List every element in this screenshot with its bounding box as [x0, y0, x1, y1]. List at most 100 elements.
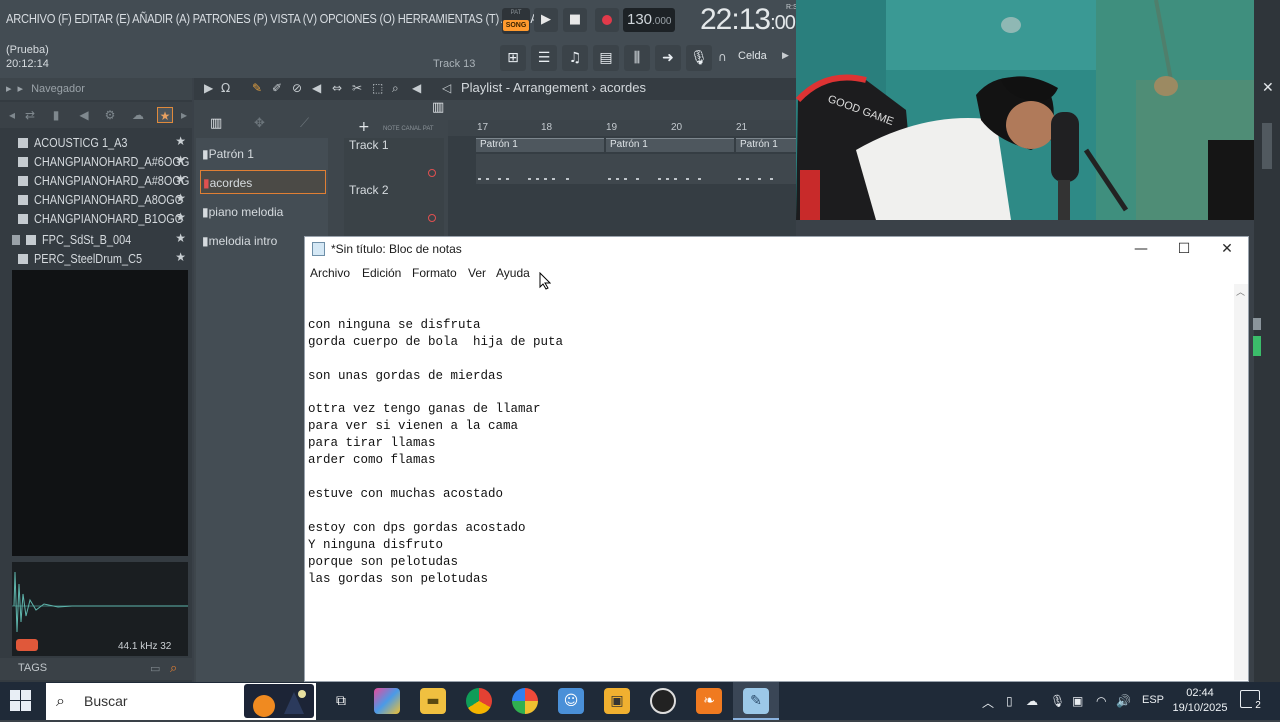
plugin-icon[interactable]: ⚙ — [102, 107, 118, 123]
notepad-text-area[interactable]: con ninguna se disfruta gorda cuerpo de b… — [308, 300, 563, 604]
playlist-view-icon[interactable]: ⊞ — [500, 45, 526, 71]
zoom-tool-icon[interactable]: ⌕ — [392, 81, 399, 96]
tags-bar[interactable]: TAGS — [0, 658, 192, 680]
browser-item[interactable]: CHANGPIANOHARD_A#8OGG ★ — [18, 172, 190, 191]
slip-tool-icon[interactable]: ⇔ — [332, 81, 342, 95]
playlist-clip[interactable]: Patrón 1 — [606, 138, 734, 152]
mute-tool-icon[interactable]: ◀ — [312, 81, 321, 95]
wifi-icon[interactable]: ◠ — [1096, 694, 1106, 708]
tray-device-icon[interactable]: ▯ — [1006, 694, 1013, 708]
piano-icon[interactable]: ▥ — [210, 116, 222, 131]
language-indicator[interactable]: ESP — [1142, 694, 1164, 706]
pat-song-toggle[interactable]: PAT SONG — [502, 8, 530, 34]
star-icon[interactable]: ★ — [175, 153, 186, 167]
microphone-icon[interactable]: 🎙 — [686, 45, 712, 71]
tray-camera-icon[interactable]: ▣ — [1072, 694, 1083, 708]
playlist-clip[interactable]: Patrón 1 — [736, 138, 796, 152]
fl-studio-icon[interactable]: ❧ — [696, 688, 722, 714]
arrow-left-icon[interactable]: ◁ — [442, 81, 451, 95]
piano-roll-icon[interactable]: ♫ — [562, 45, 588, 71]
menu-edicion[interactable]: Edición — [362, 266, 401, 280]
tag-folder-icon[interactable]: ▭ — [150, 662, 160, 675]
record-button[interactable] — [595, 8, 619, 32]
piano-roll-toggle-icon[interactable]: ▥ — [432, 100, 444, 115]
copilot-icon[interactable] — [374, 688, 400, 714]
playback-tool-icon[interactable]: ◀ — [412, 81, 421, 95]
track-header[interactable]: Track 1 — [349, 138, 389, 152]
draw-tool-icon[interactable]: ✎ — [252, 81, 262, 95]
expand-icon[interactable] — [12, 234, 20, 245]
menu-ayuda[interactable]: Ayuda — [496, 266, 530, 280]
pattern-item-selected[interactable]: ▮acordes — [200, 170, 326, 194]
tray-chevron-icon[interactable]: ︿ — [982, 694, 994, 711]
swap-icon[interactable]: ⇄ — [22, 107, 38, 123]
minimize-icon[interactable]: — — [1127, 240, 1155, 258]
favorites-icon[interactable]: ★ — [157, 107, 173, 123]
track-header[interactable]: Track 2 — [349, 183, 389, 197]
cloud-icon[interactable]: ☁ — [130, 107, 146, 123]
browser-arrow-icon-2[interactable]: ▸ — [18, 83, 24, 95]
notepad-scrollbar[interactable] — [1234, 284, 1248, 680]
search-tags-icon[interactable]: ⌕ — [170, 661, 177, 676]
snap-selector[interactable]: Celda — [738, 50, 767, 62]
scroll-up-icon[interactable]: ︿ — [1236, 285, 1245, 298]
browser-arrow-icon[interactable]: ▸ — [6, 83, 12, 95]
task-view-icon[interactable]: ⧉ — [328, 688, 354, 714]
browser-item[interactable]: PERC_SteelDrum_C5 ★ — [18, 250, 190, 269]
app-icon[interactable] — [512, 688, 538, 714]
add-track-icon[interactable]: + — [358, 119, 370, 135]
magnet-snap-icon[interactable]: Ω — [221, 81, 230, 95]
star-icon[interactable]: ★ — [175, 231, 186, 245]
star-icon[interactable]: ★ — [175, 134, 186, 148]
fl-main-menu[interactable]: ARCHIVO (F) EDITAR (E) AÑADIR (A) PATRON… — [6, 11, 538, 26]
play-button[interactable]: ▶ — [534, 8, 558, 32]
stop-button[interactable]: ■ — [563, 8, 587, 32]
volume-icon[interactable]: 🔊 — [1116, 694, 1131, 708]
menu-formato[interactable]: Formato — [412, 266, 457, 280]
video-editor-icon[interactable]: ▣ — [604, 688, 630, 714]
image-app-icon[interactable]: ☺ — [558, 688, 584, 714]
maximize-icon[interactable]: ☐ — [1170, 240, 1198, 258]
browser-item[interactable]: ACOUSTICG 1_A3 ★ — [18, 134, 190, 153]
track-mute-led[interactable] — [428, 169, 436, 177]
play-preview-icon[interactable] — [16, 639, 38, 651]
browser-item[interactable]: CHANGPIANOHARD_A#6OGG ★ — [18, 153, 190, 172]
select-tool-icon[interactable]: ⬚ — [372, 81, 383, 95]
folder-icon[interactable]: ▮ — [48, 107, 64, 123]
delete-tool-icon[interactable]: ⊘ — [292, 81, 302, 95]
chrome-icon[interactable] — [466, 688, 492, 714]
slice-tool-icon[interactable]: ✂ — [352, 81, 362, 95]
right-scrollbar[interactable] — [1262, 123, 1272, 169]
arrow-icon[interactable]: ➜ — [655, 45, 681, 71]
star-icon[interactable]: ★ — [175, 250, 186, 264]
tray-cloud-icon[interactable]: ☁ — [1026, 694, 1038, 708]
taskbar-clock[interactable]: 02:44 19/10/2025 — [1172, 686, 1228, 716]
browser-item[interactable]: CHANGPIANOHARD_A8OGG ★ — [18, 191, 190, 210]
browser-item[interactable]: CHANGPIANOHARD_B1OGG ★ — [18, 210, 190, 229]
browser-item[interactable]: FPC_SdSt_B_004 ★ — [12, 231, 190, 250]
pattern-item[interactable]: ▮Patrón 1 — [200, 142, 326, 166]
star-icon[interactable]: ★ — [175, 191, 186, 205]
pattern-item[interactable]: ▮piano melodia — [200, 200, 326, 224]
tray-mic-icon[interactable]: 🎙 — [1050, 694, 1065, 708]
playlist-menu-icon[interactable]: ▶ — [204, 81, 213, 95]
obs-icon[interactable] — [650, 688, 676, 714]
close-icon[interactable]: ✕ — [1213, 240, 1241, 258]
channel-rack-icon[interactable]: ☰ — [531, 45, 557, 71]
star-icon[interactable]: ★ — [175, 210, 186, 224]
playlist-clip[interactable]: Patrón 1 — [476, 138, 604, 152]
snap-arrow-icon[interactable]: ▶ — [782, 51, 789, 61]
menu-archivo[interactable]: Archivo — [310, 266, 350, 280]
tempo-display[interactable]: 130.000 — [623, 8, 675, 32]
pattern-tool-icon[interactable]: ✥ — [254, 116, 265, 131]
mixer-icon[interactable]: ⫼ — [624, 45, 650, 71]
playlist-close-icon[interactable]: ✕ — [1262, 80, 1274, 96]
file-explorer-icon[interactable]: ▬ — [420, 688, 446, 714]
browser-next-icon[interactable]: ▸ — [176, 107, 192, 123]
browser-icon[interactable]: ▤ — [593, 45, 619, 71]
speaker-icon[interactable]: ◀ — [76, 107, 92, 123]
menu-ver[interactable]: Ver — [468, 266, 486, 280]
pattern-edit-icon[interactable]: ⟋ — [300, 116, 309, 131]
collapse-icon[interactable]: ◂ — [4, 107, 20, 123]
magnet-icon[interactable]: ∩ — [718, 50, 727, 64]
